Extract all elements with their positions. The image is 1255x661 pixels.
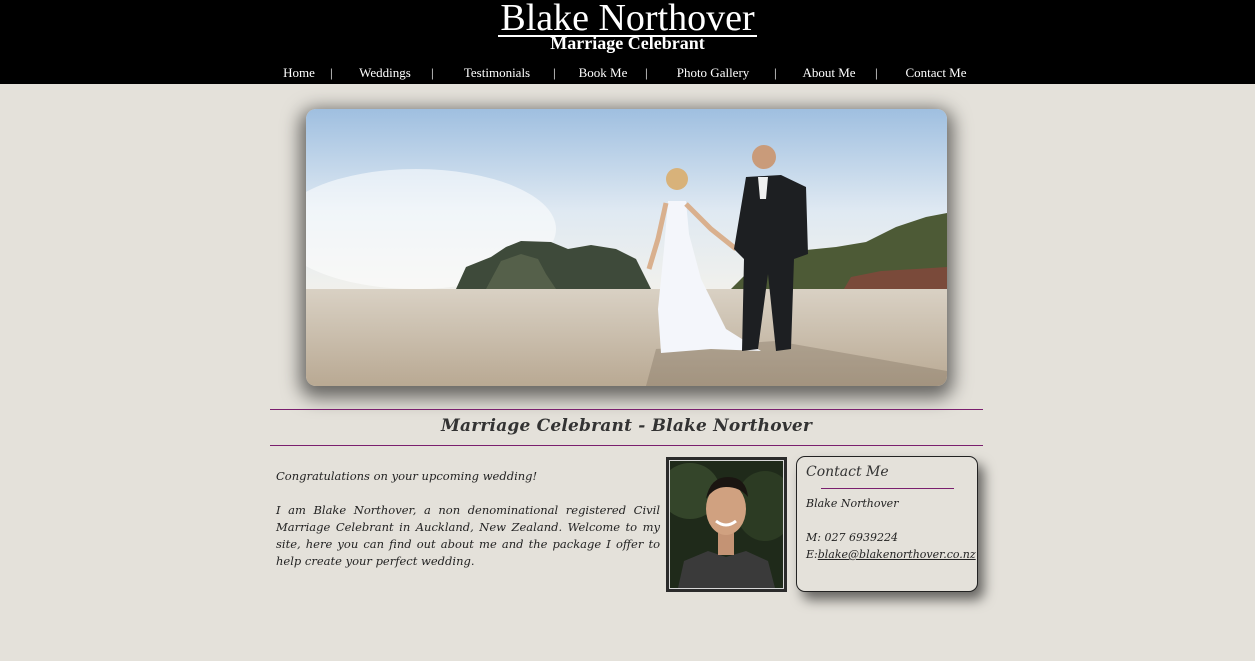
nav-separator: |: [875, 65, 878, 80]
contact-rule: [821, 488, 954, 489]
contact-email-prefix: E:: [806, 548, 818, 561]
nav-about-me[interactable]: About Me: [802, 65, 855, 81]
nav-book-me[interactable]: Book Me: [579, 65, 628, 81]
heading-bottom-rule: [270, 445, 983, 446]
nav-weddings[interactable]: Weddings: [359, 65, 411, 81]
intro-text: Congratulations on your upcoming wedding…: [276, 468, 660, 587]
portrait-photo: [666, 457, 787, 592]
nav-home[interactable]: Home: [283, 65, 315, 81]
contact-email-link[interactable]: blake@blakenorthover.co.nz: [818, 548, 976, 561]
nav-testimonials[interactable]: Testimonials: [464, 65, 530, 81]
site-subtitle: Marriage Celebrant: [550, 33, 705, 53]
site-title-text[interactable]: Blake Northover: [498, 0, 757, 37]
heading-top-rule: [270, 409, 983, 410]
contact-mobile: M: 027 6939224: [806, 531, 898, 544]
main-nav: Home | Weddings | Testimonials | Book Me…: [0, 65, 1255, 83]
intro-paragraph: Congratulations on your upcoming wedding…: [276, 469, 538, 483]
nav-separator: |: [774, 65, 777, 80]
contact-name: Blake Northover: [806, 497, 899, 510]
nav-separator: |: [645, 65, 648, 80]
nav-separator: |: [553, 65, 556, 80]
contact-box: Contact Me Blake Northover M: 027 693922…: [796, 456, 978, 592]
nav-photo-gallery[interactable]: Photo Gallery: [677, 65, 750, 81]
site-header: Blake Northover Marriage Celebrant Home …: [0, 0, 1255, 84]
nav-contact-me[interactable]: Contact Me: [905, 65, 966, 81]
hero-wedding-photo: [306, 109, 947, 386]
intro-paragraph: I am Blake Northover, a non denomination…: [276, 503, 660, 568]
nav-separator: |: [330, 65, 333, 80]
nav-separator: |: [431, 65, 434, 80]
page-heading: Marriage Celebrant - Blake Northover: [440, 416, 812, 436]
contact-email-line: E:blake@blakenorthover.co.nz: [806, 548, 976, 561]
contact-title: Contact Me: [806, 464, 889, 480]
